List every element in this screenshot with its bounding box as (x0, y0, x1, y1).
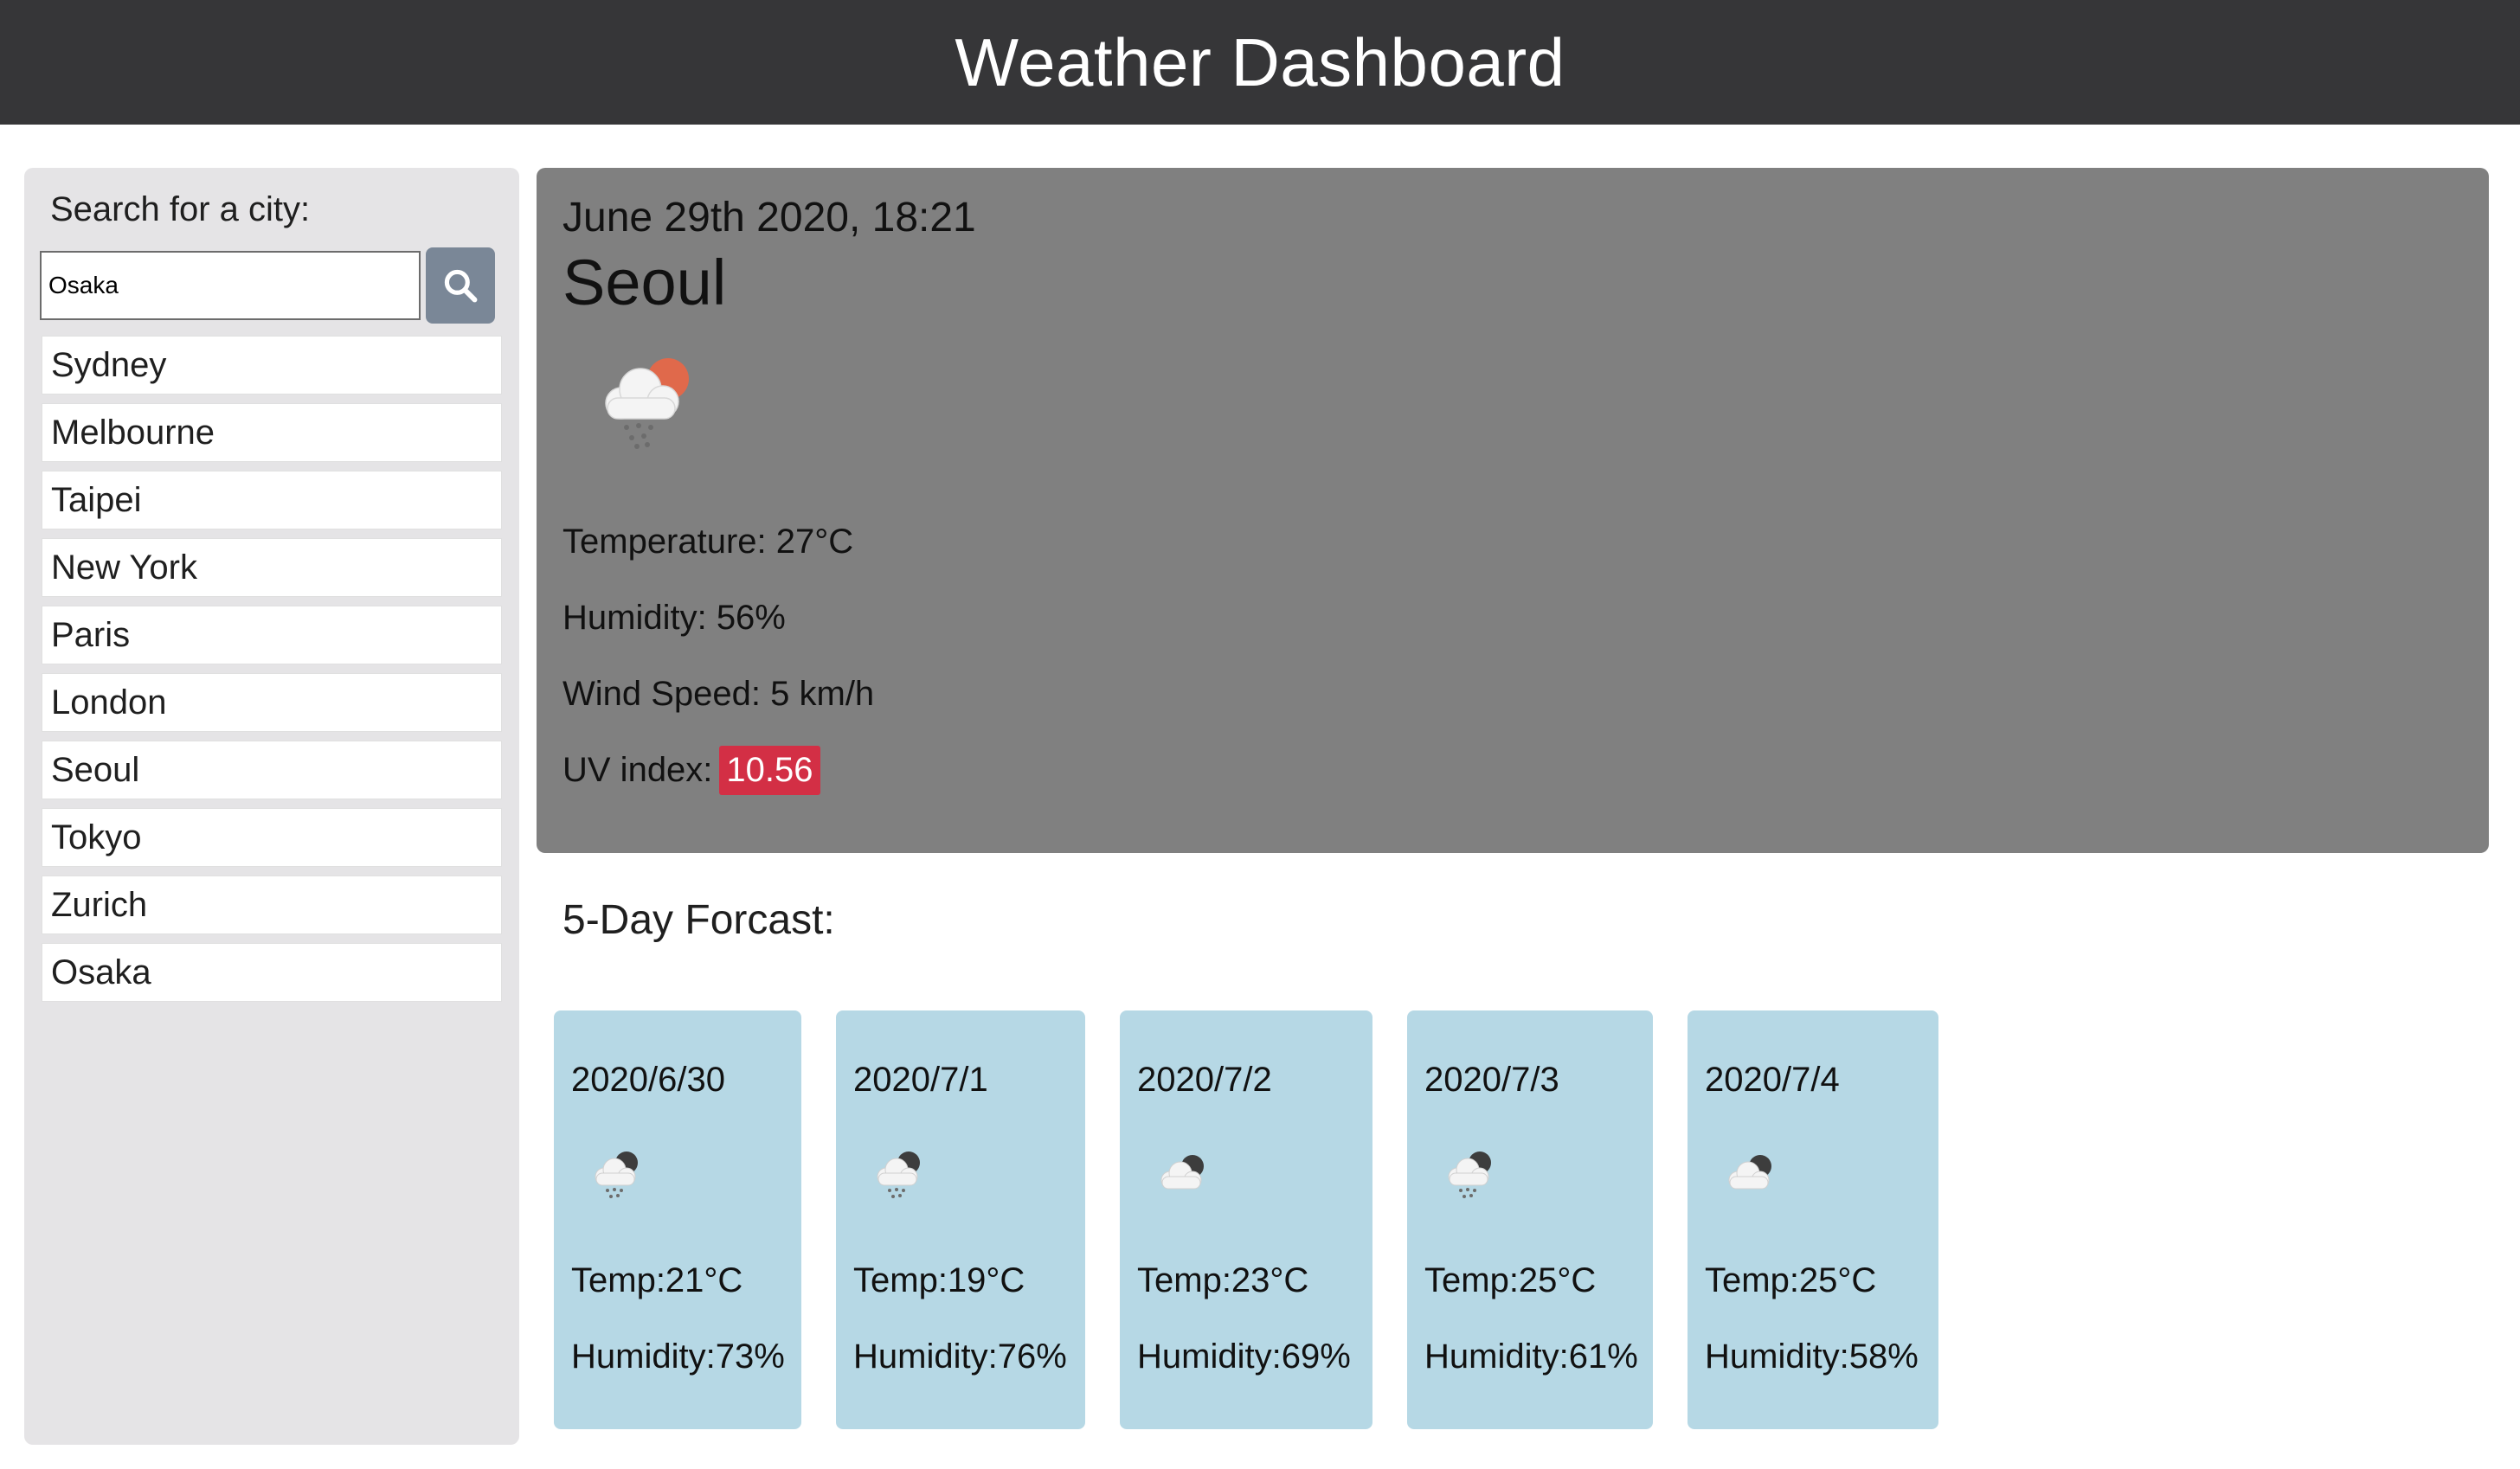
city-item-melbourne[interactable]: Melbourne (42, 403, 502, 462)
forecast-temp: Temp:25°C (1705, 1261, 1877, 1299)
city-item-paris[interactable]: Paris (42, 606, 502, 664)
forecast-date: 2020/7/2 (1137, 1061, 1272, 1099)
forecast-temp: Temp:23°C (1137, 1261, 1309, 1299)
current-uv-row: UV index: 10.56 (562, 746, 820, 795)
search-input[interactable] (40, 251, 421, 320)
forecast-temp: Temp:25°C (1424, 1261, 1597, 1299)
forecast-humidity: Humidity:69% (1137, 1337, 1351, 1376)
forecast-humidity: Humidity:76% (853, 1337, 1067, 1376)
current-datetime: June 29th 2020, 18:21 (562, 195, 976, 241)
page-title: Weather Dashboard (955, 23, 1565, 100)
forecast-humidity: Humidity:58% (1705, 1337, 1919, 1376)
city-item-zurich[interactable]: Zurich (42, 876, 502, 934)
cloud-rain-moon-icon (877, 1151, 920, 1198)
forecast-date: 2020/7/3 (1424, 1061, 1559, 1099)
cloud-rain-moon-icon (595, 1151, 638, 1198)
forecast-humidity: Humidity:61% (1424, 1337, 1638, 1376)
city-item-osaka[interactable]: Osaka (42, 943, 502, 1002)
search-button[interactable] (426, 247, 495, 324)
cloud-moon-icon (1728, 1155, 1771, 1190)
city-item-taipei[interactable]: Taipei (42, 471, 502, 529)
city-item-sydney[interactable]: Sydney (42, 336, 502, 395)
city-item-tokyo[interactable]: Tokyo (42, 808, 502, 867)
forecast-humidity: Humidity:73% (571, 1337, 785, 1376)
forecast-date: 2020/7/4 (1705, 1061, 1840, 1099)
uv-index-badge: 10.56 (719, 746, 820, 795)
city-item-london[interactable]: London (42, 673, 502, 732)
city-item-seoul[interactable]: Seoul (42, 741, 502, 799)
cloud-moon-icon (1160, 1155, 1204, 1190)
forecast-card: 2020/7/2 Temp:23°C Humidity:69% (1120, 1010, 1372, 1429)
cloud-rain-moon-icon (1448, 1151, 1491, 1198)
forecast-card: 2020/7/4 Temp:25°C Humidity:58% (1688, 1010, 1938, 1429)
current-humidity: Humidity: 56% (562, 599, 786, 637)
search-history-list: Sydney Melbourne Taipei New York Paris L… (42, 336, 502, 1010)
search-icon (444, 269, 478, 303)
search-label: Search for a city: (50, 190, 311, 228)
forecast-card: 2020/6/30 Temp:21°C Humidity:73% (554, 1010, 801, 1429)
forecast-temp: Temp:21°C (571, 1261, 743, 1299)
forecast-card: 2020/7/3 Temp:25°C Humidity:61% (1407, 1010, 1653, 1429)
sidebar: Search for a city: Sydney Melbourne Taip… (24, 168, 519, 1445)
forecast-title: 5-Day Forcast: (562, 897, 835, 943)
forecast-card: 2020/7/1 Temp:19°C Humidity:76% (836, 1010, 1085, 1429)
forecast-date: 2020/7/1 (853, 1061, 988, 1099)
current-city: Seoul (562, 247, 727, 318)
uv-label: UV index: (562, 751, 713, 789)
current-weather-panel: June 29th 2020, 18:21 Seoul Temperature:… (537, 168, 2489, 853)
page-header: Weather Dashboard (0, 0, 2520, 125)
current-temperature: Temperature: 27°C (562, 523, 854, 561)
city-item-new-york[interactable]: New York (42, 538, 502, 597)
cloud-rain-sun-icon (605, 358, 689, 449)
current-wind-speed: Wind Speed: 5 km/h (562, 675, 875, 713)
forecast-date: 2020/6/30 (571, 1061, 725, 1099)
forecast-temp: Temp:19°C (853, 1261, 1025, 1299)
